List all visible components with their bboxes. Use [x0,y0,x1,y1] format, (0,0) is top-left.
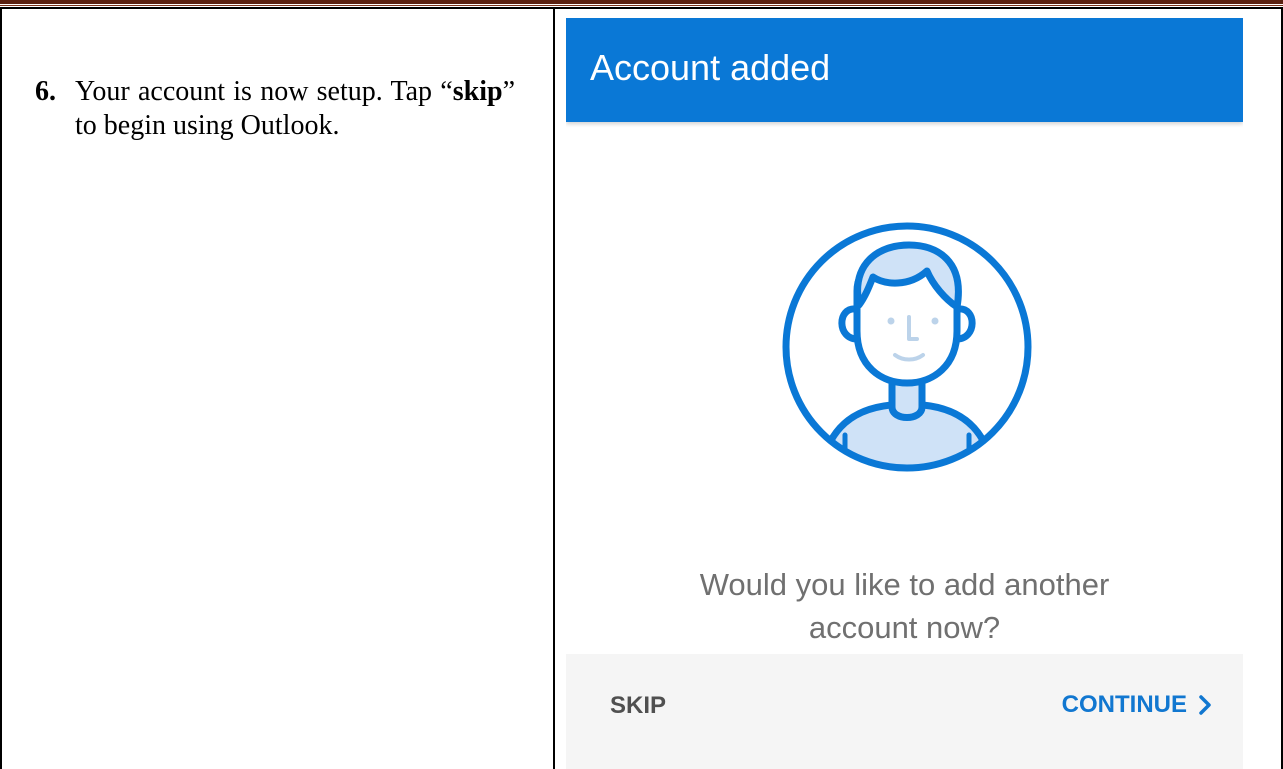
header-rule-thin [0,5,1283,6]
continue-label: CONTINUE [1061,691,1187,718]
step-number: 6. [35,76,56,107]
prompt-line-1: Would you like to add another [699,567,1110,602]
add-account-prompt: Would you like to add another account no… [566,563,1243,649]
continue-button[interactable]: CONTINUE [1062,689,1213,721]
avatar-graphic [782,222,1032,472]
step-text-emphasis: skip [452,76,503,107]
step-text: Your account is now setup. Tap “skip” to… [75,76,515,141]
person-avatar-icon [781,221,1033,473]
chevron-right-icon [1199,695,1211,715]
table-column-divider [553,7,555,769]
skip-button[interactable]: SKIP [610,691,666,721]
action-bar: SKIP CONTINUE [566,654,1243,769]
header-title: Account added [590,47,831,88]
app-header: Account added [566,18,1243,122]
step-instruction: 6. Your account is now setup. Tap “skip”… [35,75,515,143]
phone-screenshot: Account added Would you like to add anot… [566,18,1243,769]
page: 6. Your account is now setup. Tap “skip”… [0,0,1283,769]
step-text-before: Your account is now setup. Tap “ [75,76,453,107]
prompt-line-2: account now? [808,610,1001,645]
header-rule [0,0,1283,4]
